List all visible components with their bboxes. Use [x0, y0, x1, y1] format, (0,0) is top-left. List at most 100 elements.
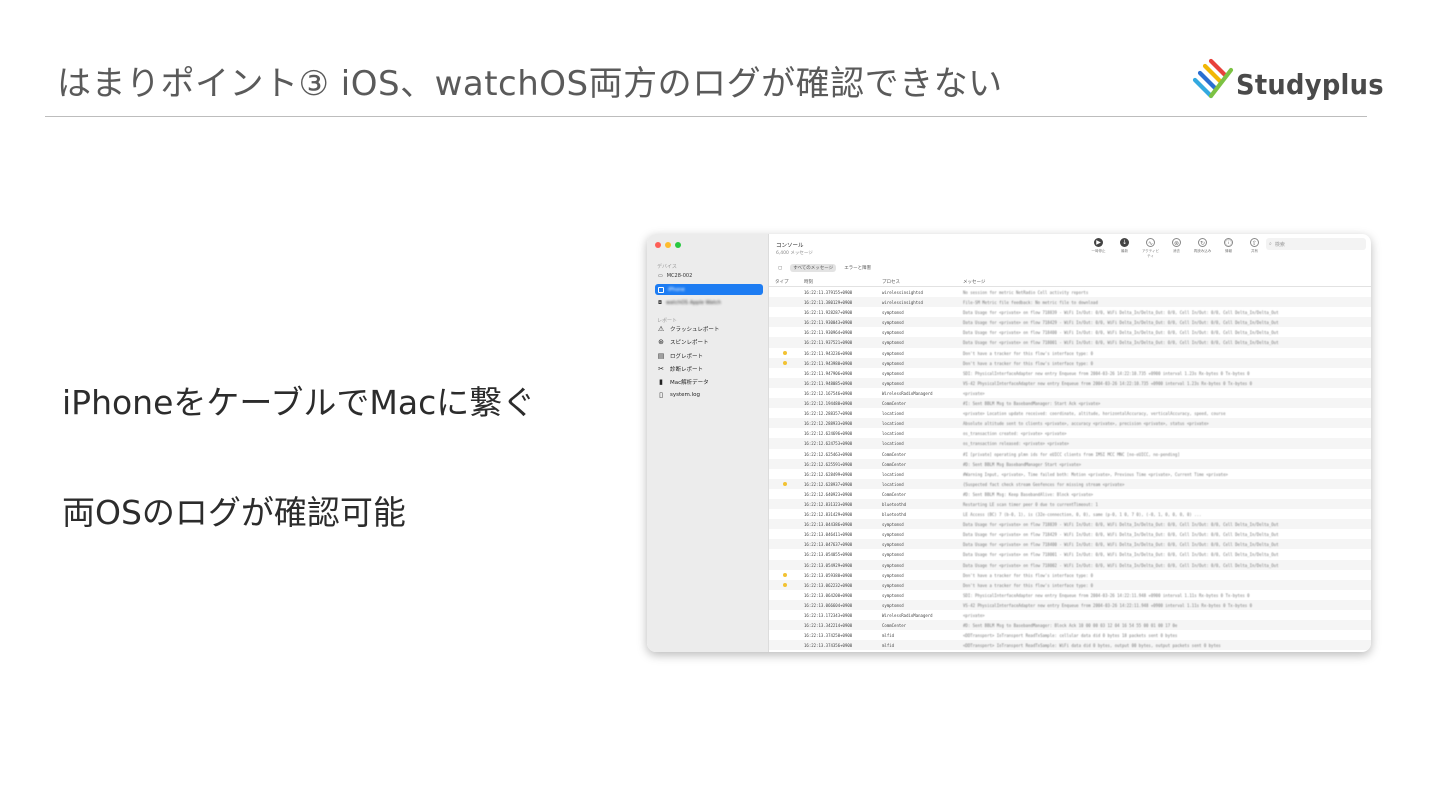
- sidebar-toggle-icon[interactable]: ▢: [775, 265, 785, 272]
- log-row[interactable]: 16:22:11.943236+0900 symptomsd Don't have …: [769, 348, 1371, 358]
- log-row[interactable]: 16:22:12.831429+0900 bluetoothd LE Access …: [769, 509, 1371, 519]
- log-row[interactable]: 16:22:11.937521+0900 symptomsd Data Usage …: [769, 337, 1371, 348]
- log-time: 16:22:13.342214+0900: [804, 623, 853, 629]
- search-field[interactable]: ⌕ 検索: [1266, 238, 1366, 250]
- devices-section-label: デバイス: [657, 264, 677, 270]
- log-time: 16:22:12.624696+0900: [804, 431, 853, 437]
- log-column-headers: タイプ 時刻 プロセス メッセージ: [769, 278, 1371, 287]
- zoom-window-button[interactable]: [675, 242, 681, 248]
- minimize-window-button[interactable]: [665, 242, 671, 248]
- log-row[interactable]: 16:22:12.624753+0900 locationd os_transact…: [769, 438, 1371, 449]
- sidebar-report-diagnostic[interactable]: ✂ 診断レポート: [657, 365, 703, 373]
- log-time: 16:22:11.930964+0900: [804, 330, 853, 336]
- log-row[interactable]: 16:22:11.928287+0900 symptomsd Data Usage …: [769, 307, 1371, 317]
- log-process: symptomsd: [882, 320, 904, 326]
- log-row[interactable]: 16:22:13.374250+0900 mlfid <DDTransport> I…: [769, 630, 1371, 640]
- sidebar-device-mac[interactable]: ▭ MC28-002: [655, 270, 763, 281]
- sidebar-report-analytics[interactable]: ▮ Mac解析データ: [657, 378, 709, 386]
- filter-all-messages[interactable]: すべてのメッセージ: [790, 264, 837, 272]
- column-process[interactable]: プロセス: [882, 279, 900, 285]
- sidebar-device-watch[interactable]: ◘ watchOS Apple Watch: [655, 297, 763, 308]
- log-row[interactable]: 16:22:11.930043+0900 symptomsd Data Usage …: [769, 317, 1371, 328]
- log-process: bluetoothd: [882, 512, 907, 518]
- log-row[interactable]: 16:22:12.288933+0900 locationd Absolute al…: [769, 418, 1371, 429]
- log-row[interactable]: 16:22:12.625591+0900 CommCenter #D: Sent B…: [769, 458, 1371, 469]
- log-row[interactable]: 16:22:13.172343+0900 WirelessRadioManager…: [769, 610, 1371, 620]
- sidebar-report-spin[interactable]: ⊛ スピンレポート: [657, 338, 709, 346]
- log-row[interactable]: 16:22:13.054929+0900 symptomsd Data Usage …: [769, 559, 1371, 570]
- log-row[interactable]: 16:22:12.628937+0900 locationd {Suspected …: [769, 478, 1371, 489]
- log-row[interactable]: 16:22:13.047637+0900 symptomsd Data Usage …: [769, 539, 1371, 550]
- log-time: 16:22:12.640923+0900: [804, 491, 853, 497]
- log-row[interactable]: 16:22:12.625463+0900 CommCenter #I [privat…: [769, 449, 1371, 459]
- arrow-down-icon: ↓: [1120, 238, 1129, 247]
- log-row[interactable]: 16:22:12.167546+0900 WirelessRadioManager…: [769, 388, 1371, 398]
- filter-errors-faults[interactable]: エラーと障害: [841, 264, 874, 272]
- log-message: VS-42 PhysicalInterfaceAdapter new entry…: [963, 602, 1252, 608]
- log-row[interactable]: 16:22:12.831323+0900 bluetoothd Restarting…: [769, 498, 1371, 510]
- log-row[interactable]: 16:22:11.943980+0900 symptomsd Don't have …: [769, 357, 1371, 368]
- log-row[interactable]: 16:22:13.044386+0900 symptomsd Data Usage …: [769, 519, 1371, 530]
- log-row[interactable]: 16:22:13.064200+0900 symptomsd SDI: Physic…: [769, 590, 1371, 600]
- log-row[interactable]: 16:22:13.062232+0900 symptomsd Don't have …: [769, 579, 1371, 590]
- log-message: os_transaction released: <private> <priv…: [963, 441, 1069, 447]
- toolbar-button[interactable]: ∿ アクティビティ: [1141, 238, 1160, 259]
- share-icon: ⇧: [1250, 238, 1259, 247]
- device-label: MC28-002: [666, 272, 693, 279]
- log-message: No session for metric NetRadio Cell acti…: [963, 290, 1089, 295]
- report-label: Mac解析データ: [670, 380, 709, 386]
- log-process: symptomsd: [882, 370, 904, 376]
- log-row[interactable]: 16:22:12.194480+0900 CommCenter #I: Sent B…: [769, 398, 1371, 409]
- log-process: symptomsd: [882, 310, 904, 316]
- toolbar-button[interactable]: ⇧ 共有: [1245, 238, 1264, 259]
- log-time: 16:22:13.044386+0900: [804, 522, 853, 528]
- log-time: 16:22:12.831429+0900: [804, 512, 853, 518]
- toolbar-button[interactable]: ↻ 再読み込み: [1193, 238, 1212, 259]
- log-row[interactable]: 16:22:11.930964+0900 symptomsd Data Usage …: [769, 327, 1371, 337]
- log-row[interactable]: 16:22:13.054055+0900 symptomsd Data Usage …: [769, 549, 1371, 559]
- log-row[interactable]: 16:22:13.059380+0900 symptomsd Don't have …: [769, 570, 1371, 580]
- log-time: 16:22:12.288933+0900: [804, 421, 853, 427]
- toolbar-button[interactable]: ▶ 一時停止: [1089, 238, 1108, 259]
- log-process: symptomsd: [882, 602, 904, 608]
- log-row[interactable]: 16:22:11.947906+0900 symptomsd SDI: Physic…: [769, 368, 1371, 378]
- log-message: VS-42 PhysicalInterfaceAdapter new entry…: [963, 380, 1252, 386]
- log-message: {Suspected fact check stream Geofences f…: [963, 481, 1125, 487]
- log-row[interactable]: 16:22:11.948085+0900 symptomsd VS-42 Physi…: [769, 377, 1371, 388]
- log-row[interactable]: 16:22:11.379155+0900 wirelessinsightsd No …: [769, 287, 1371, 297]
- column-message[interactable]: メッセージ: [963, 279, 985, 285]
- log-row[interactable]: 16:22:12.288357+0900 locationd <private> L…: [769, 408, 1371, 418]
- sidebar-report-systemlog[interactable]: ▯ system.log: [657, 391, 700, 399]
- log-row[interactable]: 16:22:12.628499+0900 locationd #Warning In…: [769, 469, 1371, 479]
- log-row[interactable]: 16:22:13.374356+0900 mlfid <DDTransport> I…: [769, 640, 1371, 651]
- log-process: locationd: [882, 411, 904, 417]
- log-row[interactable]: 16:22:13.066604+0900 symptomsd VS-42 Physi…: [769, 599, 1371, 610]
- log-row[interactable]: 16:22:13.342214+0900 CommCenter #D: Sent B…: [769, 620, 1371, 631]
- log-process: symptomsd: [882, 522, 904, 528]
- console-window: デバイス ▭ MC28-002 iPhone ◘ watchOS Apple W…: [647, 234, 1371, 652]
- log-row[interactable]: 16:22:11.380129+0900 wirelessinsightsd Fil…: [769, 297, 1371, 308]
- report-label: スピンレポート: [670, 340, 709, 346]
- log-message: LE Access (BC) 7 (b-0, 1), is (32e-conne…: [963, 512, 1202, 518]
- log-row[interactable]: 16:22:12.624696+0900 locationd os_transact…: [769, 428, 1371, 438]
- sidebar-report-log[interactable]: ▤ ログレポート: [657, 352, 703, 360]
- close-window-button[interactable]: [655, 242, 661, 248]
- log-time: 16:22:13.047637+0900: [804, 542, 853, 548]
- log-message: <private>: [963, 390, 985, 396]
- brand-name: Studyplus: [1236, 68, 1384, 101]
- log-message: Data Usage for <private> on flow 718839 …: [963, 310, 1279, 316]
- log-message: <DDTransport> IoTransport ReadTxSample: …: [963, 643, 1221, 649]
- toolbar-button[interactable]: ⊗ 消去: [1167, 238, 1186, 259]
- column-type[interactable]: タイプ: [775, 279, 789, 285]
- toolbar-button[interactable]: ↓ 最新: [1115, 238, 1134, 259]
- toolbar-button[interactable]: ⓘ 情報: [1219, 238, 1238, 259]
- sidebar-report-crash[interactable]: ⚠ クラッシュレポート: [657, 325, 720, 333]
- log-process: symptomsd: [882, 330, 904, 336]
- log-row[interactable]: 16:22:12.640923+0900 CommCenter #D: Sent B…: [769, 489, 1371, 499]
- log-row[interactable]: 16:22:13.046411+0900 symptomsd Data Usage …: [769, 529, 1371, 539]
- warning-dot-icon: [783, 572, 787, 577]
- log-message: #D: Sent BBLM Msg: Keep BasebandAlive: B…: [963, 491, 1094, 497]
- column-time[interactable]: 時刻: [804, 279, 813, 285]
- log-process: locationd: [882, 471, 904, 477]
- sidebar-device-iphone[interactable]: iPhone: [655, 284, 763, 295]
